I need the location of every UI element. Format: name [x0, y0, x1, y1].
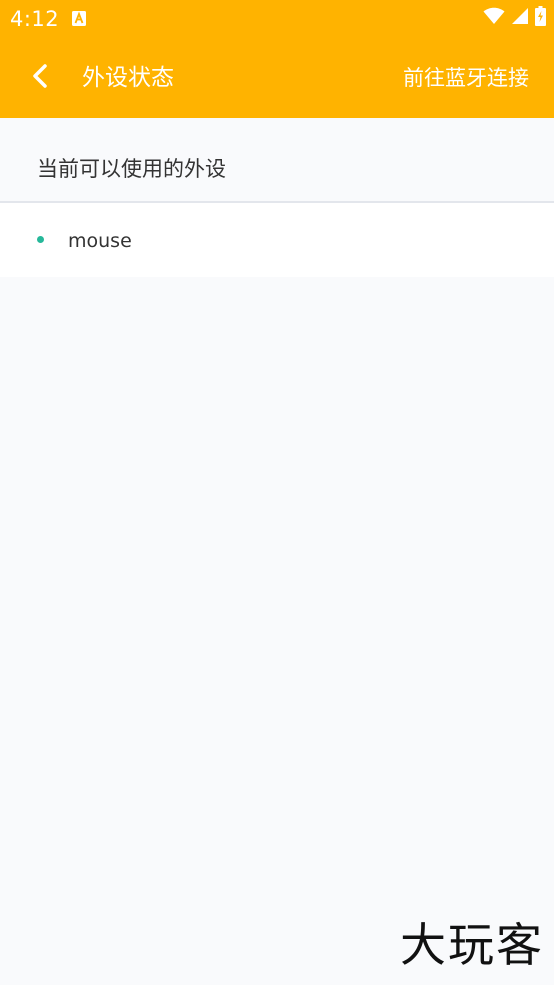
- cell-signal-icon: [511, 7, 529, 29]
- status-time: 4:12: [10, 7, 60, 31]
- wifi-icon: [483, 7, 505, 29]
- battery-charging-icon: [535, 6, 546, 30]
- status-icons: [483, 6, 546, 30]
- page-title: 外设状态: [82, 65, 174, 91]
- screen: 4:12 外设状态 前往蓝牙连接 当前可以使用的外设 mouse 大玩客: [0, 0, 554, 985]
- device-name: mouse: [68, 230, 132, 252]
- status-bar: 4:12: [0, 0, 554, 38]
- section-header: 当前可以使用的外设: [0, 118, 554, 201]
- status-dot: [37, 236, 44, 243]
- chevron-left-icon: [30, 63, 50, 93]
- device-list: mouse: [0, 203, 554, 277]
- app-bar: 外设状态 前往蓝牙连接: [0, 38, 554, 118]
- back-button[interactable]: [22, 58, 58, 98]
- section-title: 当前可以使用的外设: [37, 157, 226, 181]
- list-item[interactable]: mouse: [0, 203, 554, 277]
- go-to-bluetooth-button[interactable]: 前往蓝牙连接: [403, 62, 529, 94]
- watermark-logo: 大玩客: [400, 918, 544, 972]
- a-letter-icon: [72, 11, 86, 26]
